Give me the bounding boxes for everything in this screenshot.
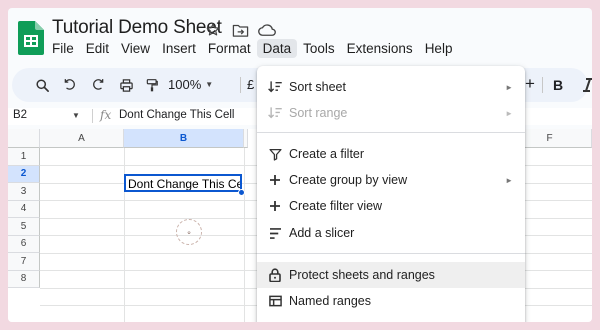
- row-header-4[interactable]: 4: [8, 200, 40, 218]
- menu-item-label: Sort range: [289, 106, 348, 120]
- currency-format-button[interactable]: £: [247, 77, 254, 92]
- menu-item-label: Sort sheet: [289, 80, 346, 94]
- move-folder-icon[interactable]: [231, 21, 249, 39]
- named-ranges-icon: [267, 293, 283, 309]
- row-header-1[interactable]: 1: [8, 148, 40, 166]
- name-box[interactable]: B2: [13, 109, 27, 121]
- star-icon[interactable]: [204, 21, 222, 39]
- lock-icon: [267, 267, 283, 283]
- formula-divider: [92, 109, 93, 123]
- undo-icon[interactable]: [60, 75, 80, 95]
- redo-icon[interactable]: [88, 75, 108, 95]
- menu-item-add-slicer[interactable]: Add a slicer: [257, 220, 525, 246]
- zoom-value: 100%: [168, 77, 202, 92]
- row-header-8[interactable]: 8: [8, 270, 40, 288]
- menu-item-create-filter[interactable]: Create a filter: [257, 141, 525, 167]
- menu-view[interactable]: View: [115, 39, 156, 58]
- menu-item-named-ranges[interactable]: Named ranges: [257, 288, 525, 314]
- paint-format-icon[interactable]: [142, 75, 162, 95]
- fill-handle[interactable]: [238, 189, 245, 196]
- filter-icon: [267, 146, 283, 162]
- toolbar-divider: [542, 77, 543, 93]
- watermark-logo: ✿: [176, 219, 202, 245]
- sort-icon: [267, 79, 283, 95]
- chevron-down-icon[interactable]: ▼: [72, 111, 80, 120]
- menu-item-protect-sheets[interactable]: Protect sheets and ranges: [257, 262, 525, 288]
- plus-icon: [267, 198, 283, 214]
- cloud-saved-icon[interactable]: [258, 21, 276, 39]
- submenu-arrow-icon: ►: [505, 82, 513, 92]
- zoom-select[interactable]: 100% ▼: [168, 77, 213, 92]
- menu-divider: [257, 253, 525, 254]
- toolbar-divider: [240, 77, 241, 93]
- app-window: Tutorial Demo Sheet File Edit View Inser…: [8, 8, 592, 322]
- slicer-icon: [267, 225, 283, 241]
- search-menus-icon[interactable]: [32, 75, 52, 95]
- formula-input[interactable]: Dont Change This Cell: [119, 109, 235, 121]
- menu-item-sort-sheet[interactable]: Sort sheet ►: [257, 74, 525, 100]
- menu-item-label: Add a slicer: [289, 226, 355, 240]
- row-header-5[interactable]: 5: [8, 218, 40, 236]
- row-header-6[interactable]: 6: [8, 235, 40, 253]
- menu-item-label: Protect sheets and ranges: [289, 268, 435, 282]
- print-icon[interactable]: [116, 75, 136, 95]
- menu-file[interactable]: File: [46, 39, 80, 58]
- menu-item-label: Create group by view: [289, 173, 408, 187]
- active-cell-b2[interactable]: Dont Change This Cell: [124, 174, 242, 192]
- menu-divider: [257, 132, 525, 133]
- document-title[interactable]: Tutorial Demo Sheet: [52, 17, 222, 39]
- menu-extensions[interactable]: Extensions: [341, 39, 419, 58]
- sheets-logo-icon[interactable]: [18, 21, 44, 55]
- column-header-b[interactable]: B: [124, 129, 244, 148]
- italic-icon[interactable]: [578, 75, 592, 95]
- column-header-a[interactable]: A: [40, 129, 124, 148]
- chevron-down-icon: ▼: [205, 80, 214, 89]
- menu-format[interactable]: Format: [202, 39, 257, 58]
- column-header-c[interactable]: [244, 129, 248, 148]
- plus-icon: [267, 172, 283, 188]
- menu-item-create-filter-view[interactable]: Create filter view: [257, 193, 525, 219]
- menu-edit[interactable]: Edit: [80, 39, 115, 58]
- increase-font-size-button[interactable]: +: [525, 74, 535, 94]
- menu-item-label: Named ranges: [289, 294, 371, 308]
- menu-item-sort-range: Sort range ►: [257, 100, 525, 126]
- gridline: [244, 148, 245, 322]
- select-all-corner[interactable]: [8, 129, 40, 148]
- menu-bar: File Edit View Insert Format Data Tools …: [46, 39, 458, 58]
- row-header-3[interactable]: 3: [8, 183, 40, 201]
- menu-help[interactable]: Help: [419, 39, 459, 58]
- sort-icon: [267, 105, 283, 121]
- menu-item-label: Create a filter: [289, 147, 365, 161]
- menu-data[interactable]: Data: [256, 39, 298, 58]
- submenu-arrow-icon: ►: [505, 175, 513, 185]
- function-icon: fx: [100, 108, 112, 122]
- submenu-arrow-icon: ►: [505, 108, 513, 118]
- menu-tools[interactable]: Tools: [297, 39, 341, 58]
- bold-button[interactable]: B: [553, 77, 563, 93]
- row-header-7[interactable]: 7: [8, 253, 40, 271]
- row-header-2[interactable]: 2: [8, 165, 40, 183]
- menu-item-label: Create filter view: [289, 199, 383, 213]
- data-menu-dropdown: Sort sheet ► Sort range ► Create a filte…: [257, 66, 525, 322]
- menu-insert[interactable]: Insert: [156, 39, 202, 58]
- menu-item-create-group-by-view[interactable]: Create group by view ►: [257, 167, 525, 193]
